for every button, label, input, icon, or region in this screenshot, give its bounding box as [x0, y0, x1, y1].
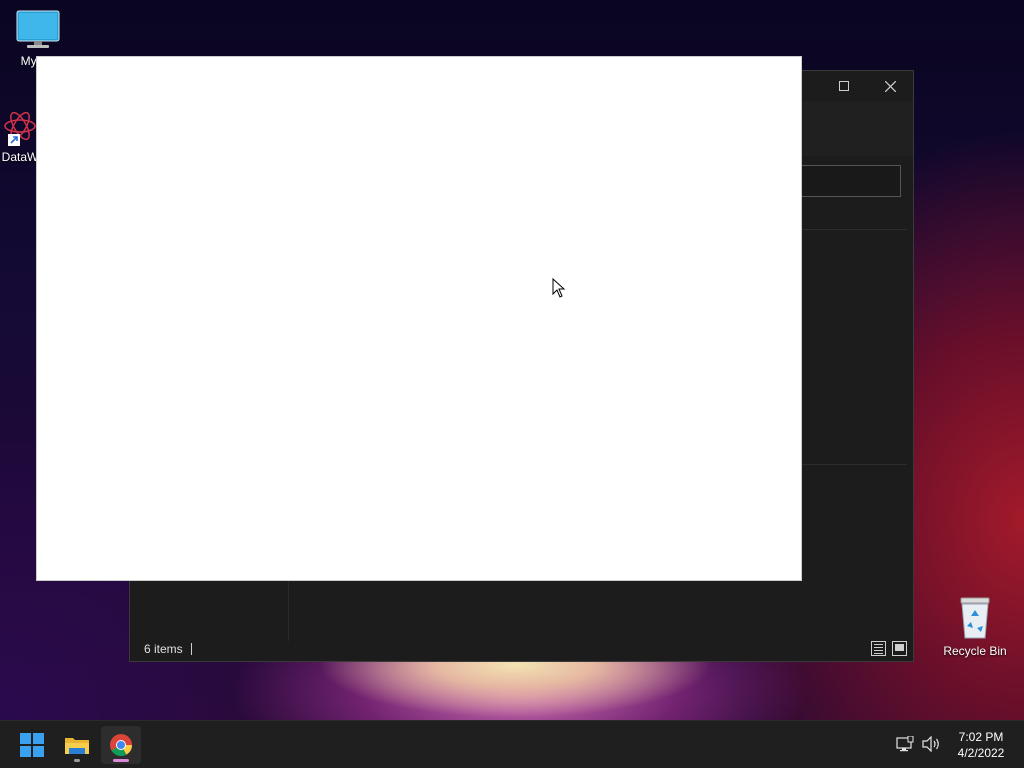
- network-icon[interactable]: [896, 736, 914, 752]
- large-icons-view-button[interactable]: [892, 641, 907, 656]
- view-toggle: [871, 641, 907, 656]
- volume-icon[interactable]: [921, 736, 941, 752]
- clock-time: 7:02 PM: [958, 730, 1004, 744]
- monitor-icon: [16, 10, 60, 48]
- running-indicator: [74, 759, 80, 762]
- blank-popup-window[interactable]: [37, 57, 801, 580]
- start-button[interactable]: [12, 726, 52, 764]
- window-controls: [821, 71, 913, 101]
- item-count: 6 items: [144, 642, 183, 656]
- navigation-pane-separator[interactable]: [288, 581, 289, 641]
- maximize-button[interactable]: [821, 71, 867, 101]
- taskbar: 7:02 PM 4/2/2022: [0, 720, 1024, 768]
- system-clock[interactable]: 7:02 PM 4/2/2022: [946, 729, 1016, 761]
- desktop-icon-recycle-bin[interactable]: Recycle Bin: [937, 596, 1013, 658]
- folder-icon: [65, 738, 89, 754]
- windows-logo-icon: [20, 733, 44, 757]
- mouse-cursor-icon: [552, 278, 566, 298]
- datawin-app-icon: [4, 111, 36, 146]
- chrome-icon: [110, 734, 132, 756]
- recycle-bin-icon: [960, 597, 990, 639]
- maximize-icon: [839, 81, 849, 91]
- clock-date: 4/2/2022: [957, 746, 1005, 760]
- active-indicator: [113, 759, 129, 762]
- taskbar-file-explorer[interactable]: [57, 726, 97, 764]
- status-separator: [191, 643, 192, 655]
- desktop-icon-label: Recycle Bin: [943, 644, 1007, 658]
- close-icon: [884, 80, 896, 92]
- close-button[interactable]: [867, 71, 913, 101]
- taskbar-chrome[interactable]: [101, 726, 141, 764]
- status-bar: 6 items: [130, 637, 913, 661]
- details-view-button[interactable]: [871, 641, 886, 656]
